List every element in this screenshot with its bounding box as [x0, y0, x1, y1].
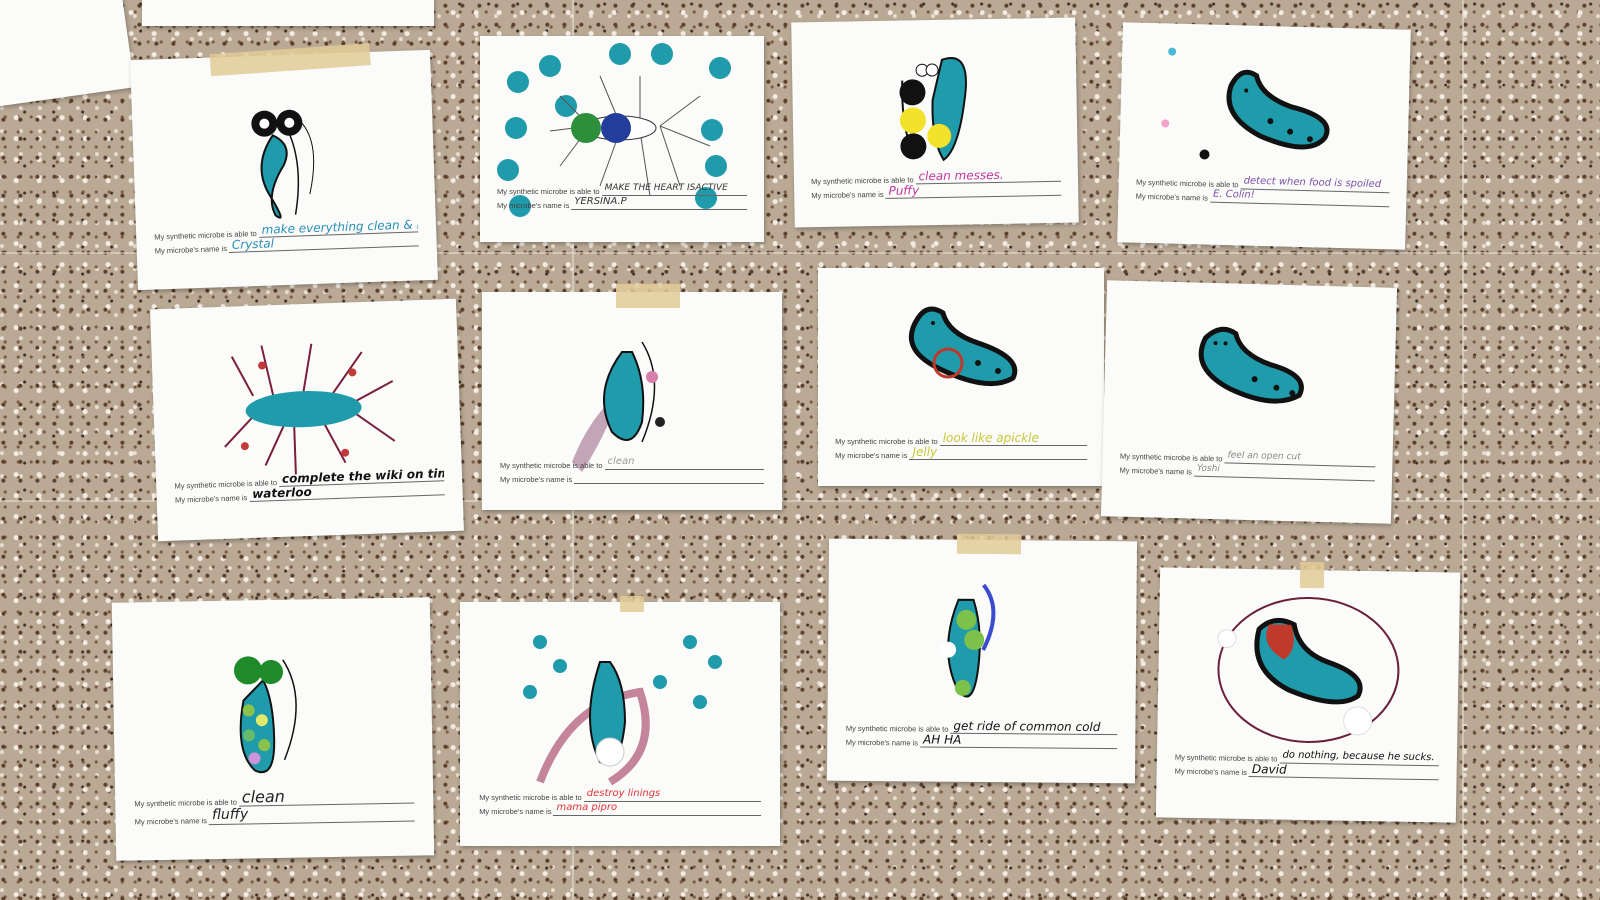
microbe-drawing — [1198, 326, 1304, 404]
able-answer: get ride of common cold — [950, 719, 1118, 736]
able-label: My synthetic microbe is able to — [500, 461, 603, 470]
able-answer: look like apickle — [939, 432, 1087, 446]
microbe-name: fluffy — [208, 803, 415, 826]
microbe-sheet: My synthetic microbe is able to MAKE THE … — [480, 36, 764, 242]
microbe-drawing — [497, 43, 731, 217]
name-label: My microbe's name is — [1119, 465, 1192, 477]
able-label: My synthetic microbe is able to — [845, 723, 949, 734]
microbe-sheet: My synthetic microbe is able to detect wh… — [1117, 22, 1411, 250]
able-label: My synthetic microbe is able to — [835, 437, 938, 446]
microbe-sheet: My synthetic microbe is able to get ride … — [826, 533, 1138, 784]
name-label: My microbe's name is — [811, 189, 884, 201]
microbe-sheet: My synthetic microbe is able to destroy l… — [460, 596, 780, 846]
floor-tile-joint — [1462, 0, 1464, 900]
microbe-drawing — [1161, 47, 1330, 160]
able-answer: MAKE THE HEART ISACTIVE — [601, 182, 747, 196]
microbe-name: AH HA — [920, 733, 1117, 750]
microbe-name: mama pipro — [553, 802, 761, 816]
microbe-sheet: My synthetic microbe is able to complete … — [150, 298, 464, 542]
microbe-sheet: My synthetic microbe is able to clean My … — [111, 597, 435, 861]
name-label: My microbe's name is — [479, 807, 552, 816]
name-label: My microbe's name is — [497, 201, 570, 210]
microbe-sheet: My synthetic microbe is able to feel an o… — [1100, 280, 1398, 524]
partial-sheet — [142, 0, 434, 26]
microbe-drawing — [1217, 596, 1400, 744]
name-label: My microbe's name is — [1174, 766, 1248, 777]
microbe-drawing — [224, 343, 396, 475]
name-label: My microbe's name is — [500, 475, 573, 484]
partial-sheet — [0, 0, 135, 108]
able-label: My synthetic microbe is able to — [1174, 752, 1278, 764]
able-label: My synthetic microbe is able to — [479, 793, 582, 802]
name-label: My microbe's name is — [134, 816, 208, 827]
able-answer: destroy linings — [583, 788, 761, 802]
microbe-name — [574, 470, 764, 484]
microbe-name: YERSINA.P — [571, 196, 747, 210]
microbe-sheet: My synthetic microbe is able to make ever… — [130, 43, 438, 291]
able-answer: clean — [604, 456, 764, 470]
able-label: My synthetic microbe is able to — [497, 187, 600, 196]
microbe-sheet: My synthetic microbe is able to clean My … — [482, 284, 782, 510]
name-label: My microbe's name is — [845, 737, 919, 748]
name-label: My microbe's name is — [1135, 191, 1209, 203]
name-label: My microbe's name is — [835, 451, 908, 460]
microbe-sheet: My synthetic microbe is able to clean mes… — [791, 17, 1079, 228]
microbe-name: Jelly — [909, 446, 1087, 460]
microbe-sheet: My synthetic microbe is able to look like… — [818, 268, 1104, 486]
microbe-sheet: My synthetic microbe is able to do nothin… — [1155, 561, 1461, 823]
